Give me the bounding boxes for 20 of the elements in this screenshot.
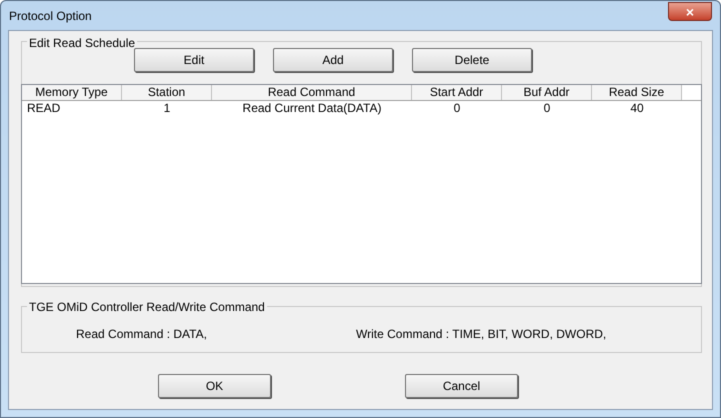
- dialog-button[interactable]: Edit: [134, 48, 254, 72]
- column-header[interactable]: Memory Type: [22, 85, 122, 100]
- table-cell-text: 0: [452, 101, 462, 116]
- column-header[interactable]: Start Addr: [412, 85, 502, 100]
- column-header[interactable]: Buf Addr: [502, 85, 592, 100]
- dialog-button[interactable]: Delete: [412, 48, 532, 72]
- window-title: Protocol Option: [9, 8, 92, 25]
- table-cell-text: READ: [26, 101, 62, 116]
- table-cell-text: 1: [162, 101, 172, 116]
- dialog-button[interactable]: OK: [158, 374, 271, 398]
- write-command-text: Write Command : TIME, BIT, WORD, DWORD,: [356, 326, 606, 343]
- dialog-button[interactable]: Cancel: [405, 374, 518, 398]
- table-cell-text: 40: [629, 101, 645, 116]
- column-header[interactable]: Station: [122, 85, 212, 100]
- column-header[interactable]: Read Size: [592, 85, 682, 100]
- table-cell-text: Read Current Data(DATA): [242, 101, 382, 116]
- read-command-text: Read Command : DATA,: [76, 326, 207, 343]
- table-cell-text: 0: [542, 101, 552, 116]
- dialog-button[interactable]: Add: [273, 48, 393, 72]
- column-header[interactable]: Read Command: [212, 85, 412, 100]
